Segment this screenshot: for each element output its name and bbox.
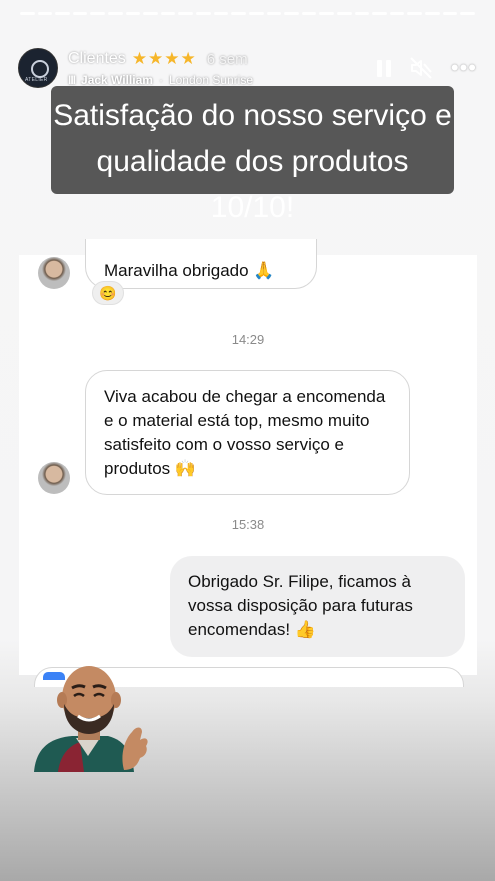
avatar[interactable]: ATELIER — [18, 48, 58, 88]
progress-segment — [425, 12, 440, 15]
progress-segment — [160, 12, 176, 15]
story-title-row: Clientes ★★★★ 6 sem — [68, 49, 369, 69]
progress-segment — [319, 12, 334, 15]
story-caption: Satisfação do nosso serviço e qualidade … — [51, 86, 454, 224]
story-age: 6 sem — [206, 50, 248, 68]
music-bars-icon: III — [68, 73, 76, 87]
progress-segment — [90, 12, 106, 15]
music-song: London Sunrise — [168, 73, 254, 87]
progress-segment — [460, 12, 475, 15]
more-icon[interactable]: ••• — [451, 57, 477, 79]
avatar-logo-text: ATELIER — [25, 77, 48, 83]
progress-segment — [407, 12, 423, 15]
progress-segment — [266, 12, 282, 15]
progress-segment — [213, 12, 229, 15]
progress-segment — [372, 12, 387, 15]
story-header-text: Clientes ★★★★ 6 sem III Jack William · L… — [68, 49, 369, 87]
contact-avatar — [38, 462, 70, 494]
progress-segment — [354, 12, 370, 15]
music-attribution[interactable]: III Jack William · London Sunrise — [68, 73, 369, 87]
message-reaction: 😊 — [92, 281, 124, 305]
progress-segment — [442, 12, 458, 15]
account-title[interactable]: Clientes — [68, 50, 126, 68]
story-viewer: ATELIER Clientes ★★★★ 6 sem III Jack Wil… — [0, 0, 495, 881]
progress-segment — [301, 12, 317, 15]
rating-stars-icon: ★★★★ — [131, 49, 197, 68]
story-progress-bar — [20, 12, 475, 15]
progress-segment — [248, 12, 264, 15]
memoji-sticker — [34, 666, 148, 772]
music-separator: · — [158, 73, 163, 87]
progress-segment — [20, 12, 35, 15]
progress-segment — [284, 12, 299, 15]
progress-segment — [72, 12, 88, 15]
chat-timestamp: 15:38 — [231, 517, 265, 532]
progress-segment — [178, 12, 194, 15]
incoming-message-bubble: Maravilha obrigado 🙏 — [85, 239, 317, 289]
outgoing-message-bubble: Obrigado Sr. Filipe, ficamos à vossa dis… — [170, 556, 465, 657]
contact-avatar — [38, 257, 70, 289]
story-controls: ••• — [376, 57, 477, 79]
progress-segment — [125, 12, 141, 15]
progress-segment — [196, 12, 211, 15]
incoming-message-bubble: Viva acabou de chegar a encomenda e o ma… — [85, 370, 410, 495]
chat-timestamp: 14:29 — [231, 332, 265, 347]
progress-segment — [336, 12, 352, 15]
progress-segment — [143, 12, 158, 15]
progress-segment — [108, 12, 123, 15]
story-header: ATELIER Clientes ★★★★ 6 sem III Jack Wil… — [18, 46, 477, 90]
pause-icon[interactable] — [376, 59, 391, 77]
progress-segment — [37, 12, 53, 15]
chat-screenshot: Maravilha obrigado 🙏 😊 14:29 Viva acabou… — [19, 239, 477, 687]
mute-icon[interactable] — [409, 57, 433, 79]
progress-segment — [231, 12, 246, 15]
progress-segment — [389, 12, 405, 15]
music-artist: Jack William — [81, 73, 153, 87]
progress-segment — [55, 12, 70, 15]
